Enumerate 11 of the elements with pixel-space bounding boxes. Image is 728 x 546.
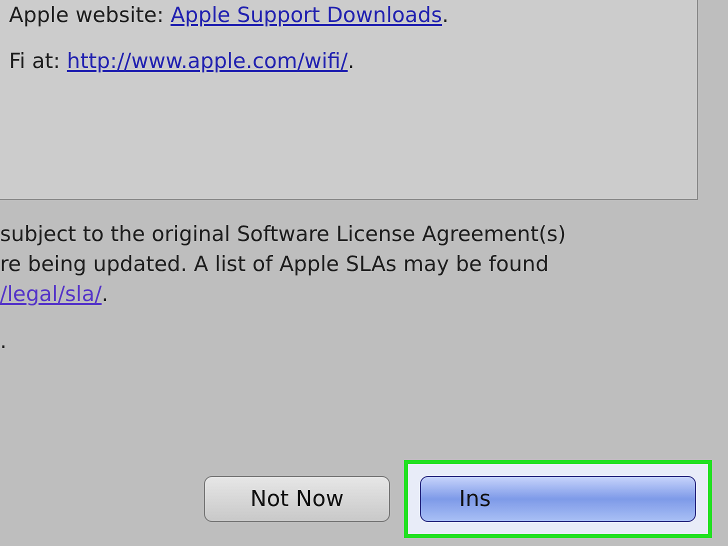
body-text: /legal/sla/. — [0, 281, 110, 308]
link[interactable]: Apple Support Downloads — [170, 3, 442, 27]
link[interactable]: /legal/sla/ — [0, 282, 102, 306]
body-text: Apple website: Apple Support Downloads. — [9, 2, 450, 29]
not-now-button[interactable]: Not Now — [204, 476, 390, 522]
install-button[interactable]: Ins — [420, 476, 696, 522]
body-text: subject to the original Software License Agreement(s) — [0, 221, 567, 248]
body-text: Fi at: http://www.apple.com/wifi/. — [9, 48, 356, 75]
body-text: . — [0, 328, 8, 355]
link[interactable]: http://www.apple.com/wifi/ — [66, 49, 348, 73]
body-text: re being updated. A list of Apple SLAs may be found — [0, 251, 550, 278]
